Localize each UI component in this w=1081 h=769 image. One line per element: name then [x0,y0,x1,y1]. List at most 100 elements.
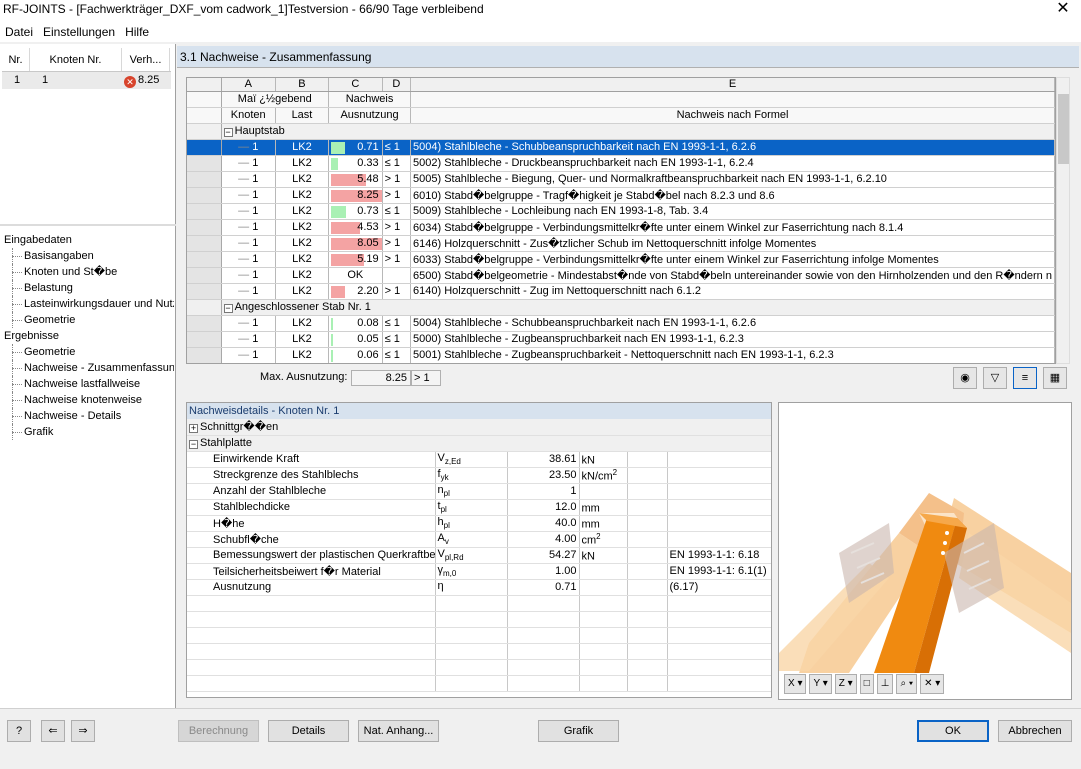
tree-item[interactable]: Nachweise knotenweise [4,392,174,408]
view-x-icon[interactable]: X ▾ [784,674,807,694]
zoom-icon[interactable]: ⌕ ▾ [896,674,918,694]
table-row[interactable]: — 1 LK2 5.19 > 1 6033) Stabd�belgruppe - Ver… [187,251,1055,268]
excel-export-icon[interactable]: ▦ [1043,367,1067,389]
table-row[interactable]: — 1 LK2 0.73 ≤ 1 5009) Stahlbleche - Lochlei… [187,203,1055,220]
graphic-view[interactable] [778,402,1072,700]
collapse-icon[interactable]: − [223,304,233,313]
berechnung-button[interactable]: Berechnung [178,720,259,742]
ok-button[interactable]: OK [917,720,989,742]
col-letter-c[interactable]: C [328,78,383,92]
table-row[interactable]: — 1 LK2 5.48 > 1 5005) Stahlbleche - Biegung… [187,171,1055,188]
utilization-cell: 4.53 [328,219,383,236]
tree-item[interactable]: Belastung [4,280,174,296]
window-title: RF-JOINTS - [Fachwerkträger_DXF_vom cadw… [3,2,484,16]
tree-item[interactable]: Basisangaben [4,248,174,264]
menu-datei[interactable]: Datei [0,22,38,42]
scroll-thumb[interactable] [1058,94,1069,164]
max-label: Max. Ausnutzung: [260,371,348,383]
table-row[interactable]: — 1 LK2 0.71 ≤ 1 5004) Stahlbleche - Schubbe… [187,139,1055,156]
tree-item[interactable]: Nachweise - Zusammenfassung [4,360,174,376]
group-row[interactable]: − Angeschlossener Stab Nr. 1 [187,299,1055,316]
collapse-icon[interactable]: − [189,440,198,449]
export-icon[interactable]: ⇒ [71,720,95,742]
details-button[interactable]: Details [268,720,349,742]
menu-hilfe[interactable]: Hilfe [120,22,154,42]
utilization-cell: OK [328,267,383,284]
col-knoten[interactable]: Knoten Nr. [30,48,122,71]
detail-row[interactable]: Einwirkende Kraft Vz,Ed 38.61 kN [187,451,771,468]
details-panel: Nachweisdetails - Knoten Nr. 1 + Schnittg… [186,402,772,698]
eye-icon[interactable]: ◉ [953,367,977,389]
utilization-bar [331,333,334,346]
detail-row[interactable]: Teilsicherheitsbeiwert f�r Material γm,0 1… [187,563,771,580]
tree-item[interactable]: Geometrie [4,312,174,328]
view-support-icon[interactable]: ⊥ [876,674,894,694]
section-stahlplatte[interactable]: − Stahlplatte [187,435,771,452]
collapse-icon[interactable]: − [223,128,233,137]
utilization-bar [331,349,334,362]
reset-view-icon[interactable]: ✕ ▾ [920,674,945,694]
detail-row[interactable]: Streckgrenze des Stahlblechs fyk 23.50 kN/c… [187,467,771,484]
expand-icon[interactable]: + [189,424,198,434]
col-nr[interactable]: Nr. [2,48,30,71]
table-row[interactable]: — 1 LK2 4.53 > 1 6034) Stabd�belgruppe - Ver… [187,219,1055,236]
navigator-tree: Eingabedaten Basisangaben Knoten und St�be… [4,232,174,440]
col-letter-d[interactable]: D [382,78,412,92]
vertical-scrollbar[interactable] [1056,77,1070,364]
navigator-pane: Nr. Knoten Nr. Verh... 1 1 ✕ 8.25 Eingabe… [0,44,176,750]
col-letter-a[interactable]: A [221,78,276,92]
abbrechen-button[interactable]: Abbrechen [998,720,1072,742]
view-z-icon[interactable]: Z ▾ [834,674,857,694]
table-row[interactable]: — 1 LK2 0.33 ≤ 1 5002) Stahlbleche - Druckbe… [187,155,1055,172]
section-schnittgroessen[interactable]: + Schnittgr��en [187,419,771,436]
detail-row[interactable]: Schubfl�che Av 4.00 cm2 [187,531,771,548]
menu-einstellungen[interactable]: Einstellungen [38,22,120,42]
detail-row[interactable]: Anzahl der Stahlbleche npl 1 [187,483,771,500]
detail-row[interactable]: Ausnutzung η 0.71 (6.17) [187,579,771,596]
tree-group[interactable]: Eingabedaten [4,232,174,248]
table-row[interactable]: — 1 LK2 OK 6500) Stabd�belgeometrie - Minde… [187,267,1055,284]
detail-row[interactable]: H�he hpl 40.0 mm [187,515,771,532]
menu-bar: Datei Einstellungen Hilfe [0,22,1081,42]
utilization-bar [331,205,347,218]
max-value: 8.25 [351,370,411,386]
error-icon: ✕ [124,76,136,88]
col-letter-e[interactable]: E [410,78,1055,92]
filter-gt1-icon[interactable]: ▽ [983,367,1007,389]
utilization-cell: 0.08 [328,315,383,332]
table-row[interactable]: — 1 LK2 0.05 ≤ 1 5000) Stahlbleche - Zugbean… [187,331,1055,348]
head-massgebend: Maï ¿½gebend [221,91,330,108]
bar-chart-icon[interactable]: ≡ [1013,367,1037,389]
close-icon[interactable]: ✕ [1051,0,1075,20]
utilization-cell: 5.19 [328,251,383,268]
utilization-cell: 8.25 [328,187,383,204]
tree-item[interactable]: Nachweise lastfallweise [4,376,174,392]
nat-anhang-button[interactable]: Nat. Anhang... [358,720,439,742]
utilization-cell: 0.73 [328,203,383,220]
view-y-icon[interactable]: Y ▾ [809,674,832,694]
tree-item[interactable]: Grafik [4,424,174,440]
table-row[interactable]: 1 1 ✕ 8.25 [2,72,171,89]
import-icon[interactable]: ⇐ [41,720,65,742]
table-row[interactable]: — 1 LK2 8.25 > 1 6010) Stabd�belgruppe - Tra… [187,187,1055,204]
detail-row[interactable]: Stahlblechdicke tpl 12.0 mm [187,499,771,516]
tree-group[interactable]: Ergebnisse [4,328,174,344]
view-iso-icon[interactable]: □ [859,674,874,694]
pane-splitter[interactable] [0,224,176,226]
detail-row[interactable]: Bemessungswert der plastischen Querkraft… [187,547,771,564]
utilization-cell: 8.05 [328,235,383,252]
group-row[interactable]: − Hauptstab [187,123,1055,140]
table-row[interactable]: — 1 LK2 8.05 > 1 6146) Holzquerschnitt - Zus… [187,235,1055,252]
tree-item[interactable]: Lasteinwirkungsdauer und Nutz [4,296,174,312]
tree-item[interactable]: Knoten und St�be [4,264,174,280]
tree-item[interactable]: Geometrie [4,344,174,360]
table-row[interactable]: — 1 LK2 0.06 ≤ 1 5001) Stahlbleche - Zugbean… [187,347,1055,363]
table-row[interactable]: — 1 LK2 0.08 ≤ 1 5004) Stahlbleche - Schubbe… [187,315,1055,332]
col-verh[interactable]: Verh... [122,48,170,71]
node-table: Nr. Knoten Nr. Verh... 1 1 ✕ 8.25 [2,48,171,89]
table-row[interactable]: — 1 LK2 2.20 > 1 6140) Holzquerschnitt - Zug… [187,283,1055,300]
grafik-button[interactable]: Grafik [538,720,619,742]
tree-item[interactable]: Nachweise - Details [4,408,174,424]
help-icon[interactable]: ? [7,720,31,742]
col-letter-b[interactable]: B [275,78,330,92]
